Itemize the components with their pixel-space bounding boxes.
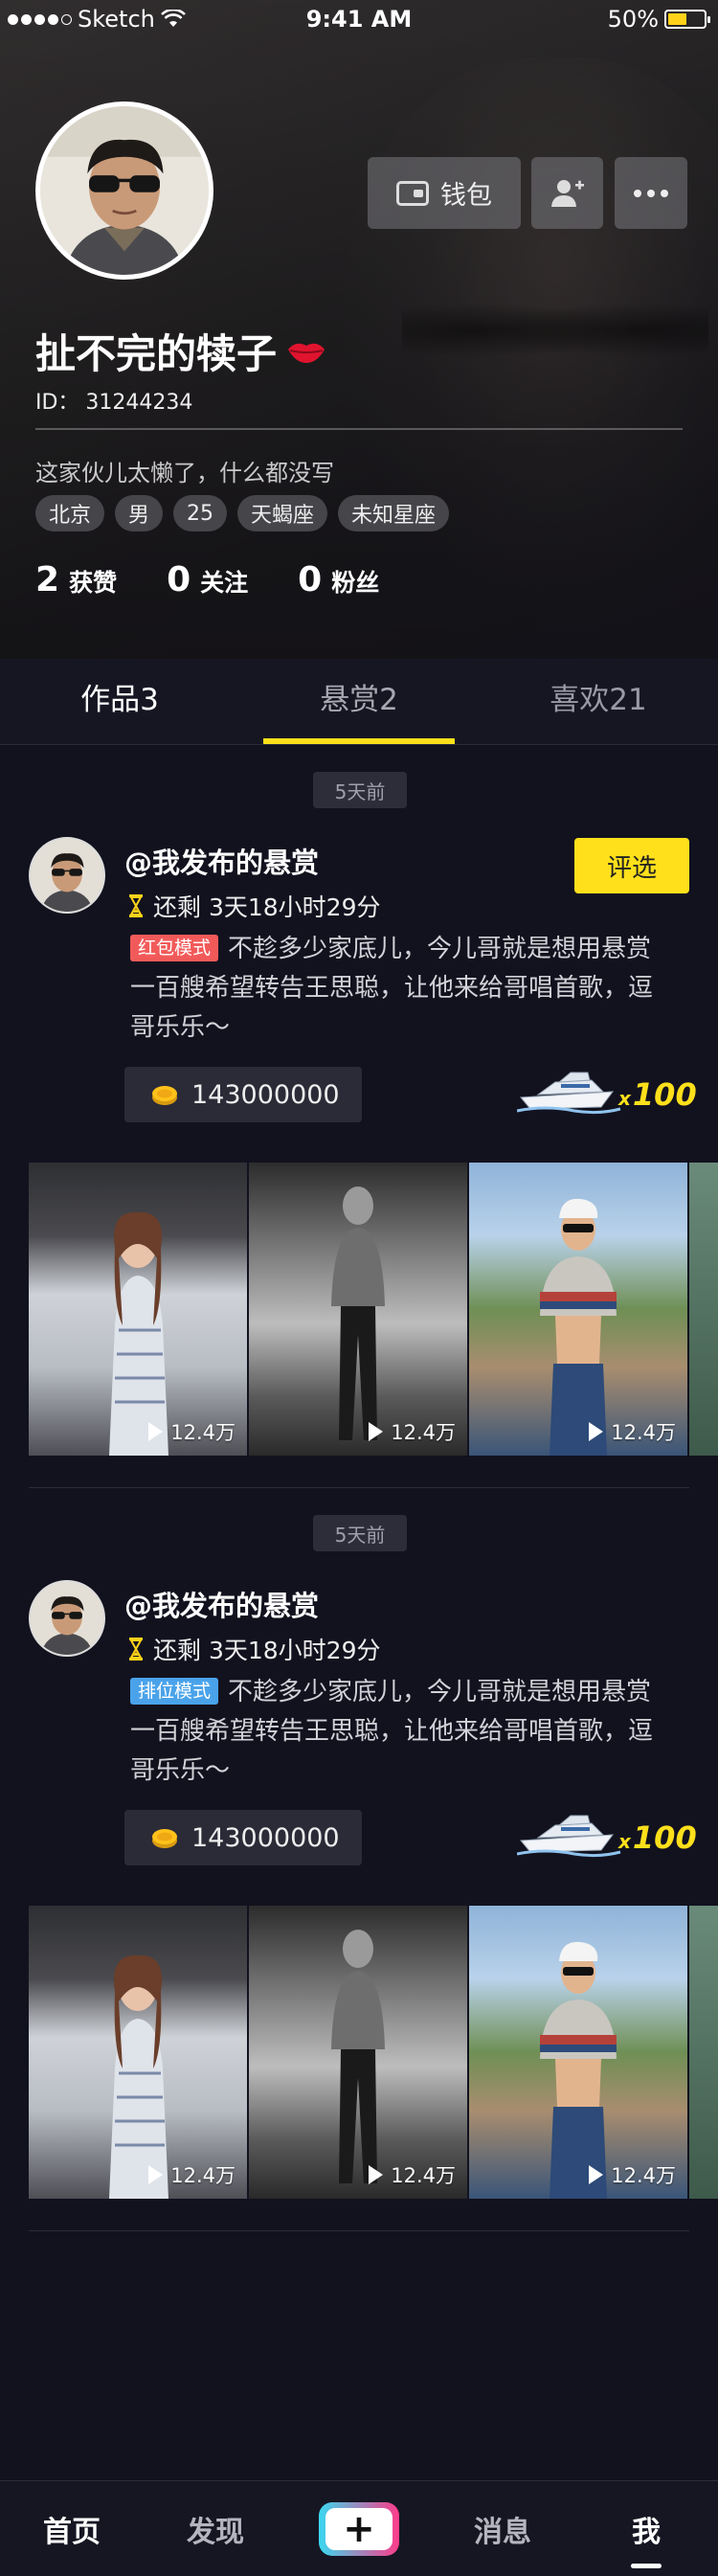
- create-button[interactable]: +: [319, 2501, 399, 2556]
- post-title[interactable]: @我发布的悬赏: [124, 1584, 319, 1624]
- video-thumbnail[interactable]: 12.4万: [469, 1163, 687, 1456]
- post-title[interactable]: @我发布的悬赏: [124, 841, 319, 881]
- play-icon: [369, 2165, 384, 2184]
- yacht-gift-icon: [517, 1072, 621, 1115]
- reward-post: 5天前 @我发布的悬赏 还剩 3天18小时29分 排位模式 不趁多少家底儿，今儿哥…: [0, 1488, 718, 2231]
- coin-amount: 143000000: [124, 1810, 362, 1865]
- add-user-icon: [550, 179, 584, 207]
- person-figure: [540, 1941, 617, 2199]
- post-avatar[interactable]: [29, 1580, 105, 1657]
- coin-icon: [152, 1829, 177, 1848]
- tab-works[interactable]: 作品3: [0, 659, 239, 744]
- play-count: 12.4万: [589, 2160, 676, 2189]
- gift-multiplier: x 100: [618, 1819, 697, 1856]
- play-count: 12.4万: [148, 2160, 236, 2189]
- time-ago-chip: 5天前: [313, 1515, 407, 1551]
- battery-icon: [664, 10, 710, 29]
- tag-gender: 男: [115, 495, 164, 531]
- play-icon: [148, 2165, 164, 2184]
- gift-multiplier: x 100: [618, 1076, 697, 1113]
- play-count: 12.4万: [589, 1417, 676, 1446]
- reward-post: 5天前 @我发布的悬赏 评选 还剩 3天18小时29分 红包模式 不趁多少家底儿，…: [0, 745, 718, 1488]
- nav-messages[interactable]: 消息: [431, 2508, 574, 2550]
- video-thumbnail[interactable]: 12.4万: [249, 1906, 467, 2199]
- play-icon: [589, 1422, 604, 1441]
- tab-rewards[interactable]: 悬赏2: [239, 659, 479, 744]
- content-tabs: 作品3 悬赏2 喜欢21: [0, 659, 718, 745]
- person-figure: [109, 1955, 168, 2199]
- tag-zodiac: 天蝎座: [237, 495, 328, 531]
- play-count: 12.4万: [369, 2160, 456, 2189]
- tag-age: 25: [173, 495, 228, 531]
- play-icon: [148, 1422, 164, 1441]
- play-icon: [369, 1422, 384, 1441]
- time-ago-chip: 5天前: [313, 772, 407, 808]
- battery-percent: 50%: [607, 6, 659, 33]
- coin-icon: [152, 1086, 177, 1105]
- video-thumbnail[interactable]: [689, 1163, 718, 1456]
- tab-likes[interactable]: 喜欢21: [479, 659, 718, 744]
- mode-badge: 红包模式: [130, 935, 219, 961]
- wallet-label: 钱包: [440, 181, 492, 211]
- person-figure: [331, 1186, 385, 1440]
- nav-create[interactable]: +: [287, 2501, 431, 2556]
- yacht-gift-icon: [517, 1815, 621, 1858]
- post-separator: [29, 2230, 689, 2231]
- user-id: ID： 31244234: [35, 391, 193, 415]
- time-remaining: 还剩 3天18小时29分: [128, 1632, 380, 1666]
- tag-constellation: 未知星座: [338, 495, 450, 531]
- time-remaining: 还剩 3天18小时29分: [128, 889, 380, 923]
- video-thumbnail[interactable]: 12.4万: [29, 1163, 247, 1456]
- bottom-nav: 首页 发现 + 消息 我: [0, 2480, 718, 2576]
- play-count: 12.4万: [369, 1417, 456, 1446]
- coin-amount: 143000000: [124, 1067, 362, 1122]
- video-thumbnail[interactable]: 12.4万: [249, 1163, 467, 1456]
- mode-badge: 排位模式: [130, 1678, 219, 1705]
- tag-city: 北京: [35, 495, 105, 531]
- play-count: 12.4万: [148, 1417, 236, 1446]
- wallet-icon: [396, 180, 429, 206]
- divider: [35, 428, 683, 430]
- nickname: 扯不完的犊子: [35, 330, 278, 377]
- profile-header: Sketch 9:41 AM 50% 钱包 扯不完的犊子 ID： 3124423…: [0, 0, 718, 659]
- person-figure: [109, 1211, 168, 1456]
- wallet-button[interactable]: 钱包: [368, 157, 521, 229]
- hourglass-icon: [129, 1638, 143, 1661]
- stat-following[interactable]: 0 关注: [167, 560, 248, 599]
- video-thumbnail[interactable]: [689, 1906, 718, 2199]
- video-thumbnails: 12.4万 12.4万 12.4万: [29, 1906, 718, 2199]
- person-figure: [540, 1198, 617, 1456]
- video-thumbnail[interactable]: 12.4万: [469, 1906, 687, 2199]
- post-description: 红包模式 不趁多少家底儿，今儿哥就是想用悬赏一百艘希望转告王思聪，让他来给哥唱首歌…: [130, 935, 654, 1042]
- nav-me[interactable]: 我: [574, 2508, 718, 2568]
- stat-likes[interactable]: 2 获赞: [35, 560, 117, 599]
- bio: 这家伙儿太懒了，什么都没写: [35, 460, 334, 486]
- more-icon: [634, 189, 668, 197]
- stat-followers[interactable]: 0 粉丝: [298, 560, 379, 599]
- evaluate-button[interactable]: 评选: [574, 838, 689, 893]
- nav-home[interactable]: 首页: [0, 2508, 144, 2550]
- plus-icon: +: [325, 2507, 393, 2550]
- person-figure: [331, 1930, 385, 2183]
- nav-discover[interactable]: 发现: [144, 2508, 287, 2550]
- more-button[interactable]: [615, 157, 687, 229]
- video-thumbnails: 12.4万 12.4万 12.4万: [29, 1163, 718, 1456]
- video-thumbnail[interactable]: 12.4万: [29, 1906, 247, 2199]
- post-avatar[interactable]: [29, 837, 105, 914]
- add-friend-button[interactable]: [531, 157, 603, 229]
- profile-avatar[interactable]: [35, 102, 213, 280]
- hourglass-icon: [129, 894, 143, 917]
- post-description: 排位模式 不趁多少家底儿，今儿哥就是想用悬赏一百艘希望转告王思聪，让他来给哥唱首歌…: [130, 1678, 654, 1785]
- profile-tags: 北京 男 25 天蝎座 未知星座: [35, 495, 450, 531]
- play-icon: [589, 2165, 604, 2184]
- status-bar: Sketch 9:41 AM 50%: [0, 0, 718, 38]
- lips-icon: [288, 343, 325, 363]
- profile-stats: 2 获赞 0 关注 0 粉丝: [35, 560, 379, 599]
